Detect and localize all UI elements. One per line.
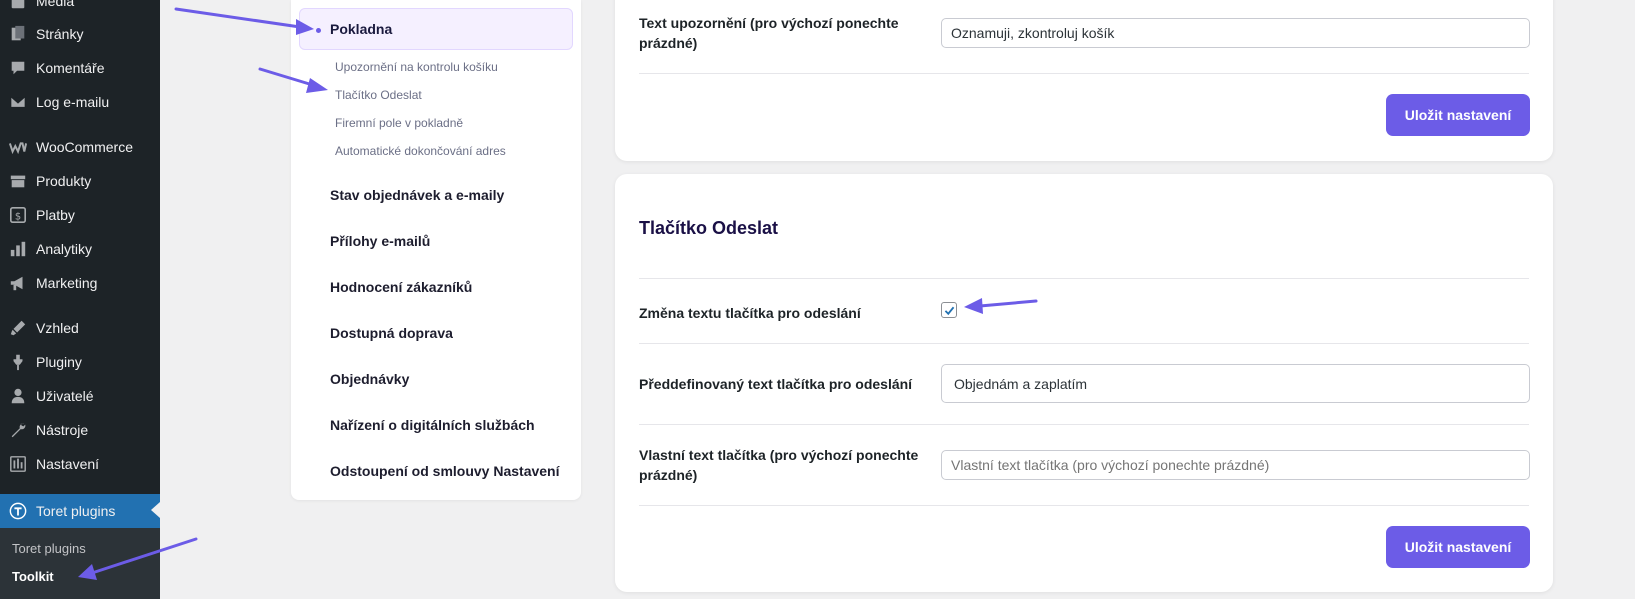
custom-text-label: Vlastní text tlačítka (pro výchozí ponec… bbox=[639, 447, 919, 483]
nav-item-order-status[interactable]: Stav objednávek a e-maily bbox=[330, 187, 504, 203]
wp-menu-label: Analytiky bbox=[36, 241, 93, 257]
arrow-to-pokladna bbox=[174, 7, 302, 29]
wp-submenu-toolkit[interactable]: Toolkit bbox=[0, 562, 160, 590]
nav-item-customer-reviews[interactable]: Hodnocení zákazníků bbox=[330, 279, 472, 295]
wp-menu-label: Produkty bbox=[36, 173, 92, 189]
wp-menu-woocommerce[interactable]: WooCommerce bbox=[0, 132, 160, 162]
wp-menu-email-log[interactable]: Log e-mailu bbox=[0, 87, 160, 117]
nav-item-orders[interactable]: Objednávky bbox=[330, 371, 409, 387]
wp-menu-label: Log e-mailu bbox=[36, 94, 110, 110]
nav-item-email-attachments[interactable]: Přílohy e-mailů bbox=[330, 233, 430, 249]
save-button[interactable]: Uložit nastavení bbox=[1386, 94, 1530, 136]
wp-menu-toret-plugins[interactable]: Toret plugins bbox=[0, 494, 160, 528]
warning-text-input[interactable]: Oznamuji, zkontroluj košík bbox=[941, 18, 1530, 48]
nav-subitem-company-fields[interactable]: Firemní pole v pokladně bbox=[335, 116, 463, 130]
wp-menu-products[interactable]: Produkty bbox=[0, 166, 160, 196]
nav-item-withdrawal[interactable]: Odstoupení od smlouvy Nastavení bbox=[330, 463, 560, 479]
payments-icon: $ bbox=[8, 205, 28, 225]
section-title: Tlačítko Odeslat bbox=[639, 218, 779, 238]
tools-icon bbox=[8, 420, 28, 440]
warning-text-label: Text upozornění (pro výchozí ponechte pr… bbox=[639, 15, 899, 51]
marketing-icon bbox=[8, 273, 28, 293]
wp-menu-settings[interactable]: Nastavení bbox=[0, 449, 160, 479]
custom-text-input[interactable] bbox=[941, 450, 1530, 480]
predefined-text-select[interactable]: Objednám a zaplatím bbox=[941, 364, 1530, 403]
wp-menu-label: Média bbox=[36, 0, 75, 9]
wp-menu-comments[interactable]: Komentáře bbox=[0, 53, 160, 83]
wp-menu-label: Komentáře bbox=[36, 60, 105, 76]
wp-menu-marketing[interactable]: Marketing bbox=[0, 268, 160, 298]
wp-menu-label: Nastavení bbox=[36, 456, 100, 472]
nav-item-shipping[interactable]: Dostupná doprava bbox=[330, 325, 453, 341]
email-icon bbox=[8, 92, 28, 112]
settings-icon bbox=[8, 454, 28, 474]
wp-menu-pages[interactable]: Stránky bbox=[0, 19, 160, 49]
woocommerce-icon bbox=[8, 137, 28, 157]
nav-subitem-cart-warning[interactable]: Upozornění na kontrolu košíku bbox=[335, 60, 498, 74]
comments-icon bbox=[8, 58, 28, 78]
nav-item-label: Pokladna bbox=[330, 21, 393, 37]
toret-icon bbox=[8, 501, 28, 521]
wp-menu-label: Marketing bbox=[36, 275, 98, 291]
wp-admin-sidebar: Média Stránky Komentáře Log e-mailu WooC… bbox=[0, 0, 160, 599]
wp-menu-media[interactable]: Média bbox=[0, 0, 160, 16]
wp-menu-label: Vzhled bbox=[36, 320, 79, 336]
nav-item-digital-services[interactable]: Nařízení o digitálních službách bbox=[330, 417, 535, 433]
wp-menu-label: Platby bbox=[36, 207, 75, 223]
active-menu-pointer bbox=[151, 502, 160, 518]
wp-menu-payments[interactable]: $ Platby bbox=[0, 200, 160, 230]
analytics-icon bbox=[8, 239, 28, 259]
save-button[interactable]: Uložit nastavení bbox=[1386, 526, 1530, 568]
plugins-icon bbox=[8, 352, 28, 372]
users-icon bbox=[8, 386, 28, 406]
divider bbox=[639, 73, 1529, 74]
wp-menu-label: Stránky bbox=[36, 26, 84, 42]
wp-submenu-toret-plugins[interactable]: Toret plugins bbox=[0, 534, 160, 562]
checkmark-icon bbox=[944, 306, 954, 315]
nav-subitem-submit-button[interactable]: Tlačítko Odeslat bbox=[335, 88, 422, 102]
divider bbox=[639, 505, 1529, 506]
wp-menu-label: Pluginy bbox=[36, 354, 82, 370]
pages-icon bbox=[8, 24, 28, 44]
svg-text:$: $ bbox=[15, 212, 21, 223]
divider bbox=[639, 343, 1529, 344]
products-icon bbox=[8, 171, 28, 191]
nav-item-pokladna[interactable]: Pokladna bbox=[299, 8, 573, 50]
predefined-text-label: Předdefinovaný text tlačítka pro odeslán… bbox=[639, 376, 913, 392]
divider bbox=[639, 278, 1529, 279]
wp-menu-label: Uživatelé bbox=[36, 388, 94, 404]
appearance-icon bbox=[8, 318, 28, 338]
wp-menu-label: WooCommerce bbox=[36, 139, 133, 155]
nav-subitem-address-autocomplete[interactable]: Automatické dokončování adres bbox=[335, 144, 506, 158]
wp-menu-plugins[interactable]: Pluginy bbox=[0, 347, 160, 377]
change-text-checkbox[interactable] bbox=[941, 302, 957, 318]
wp-menu-appearance[interactable]: Vzhled bbox=[0, 313, 160, 343]
active-dot bbox=[316, 28, 321, 33]
media-icon bbox=[8, 0, 28, 11]
wp-menu-label: Nástroje bbox=[36, 422, 89, 438]
wp-menu-label: Toret plugins bbox=[36, 503, 116, 519]
wp-menu-tools[interactable]: Nástroje bbox=[0, 415, 160, 445]
wp-menu-users[interactable]: Uživatelé bbox=[0, 381, 160, 411]
change-text-label: Změna textu tlačítka pro odeslání bbox=[639, 305, 861, 321]
divider bbox=[639, 424, 1529, 425]
wp-menu-analytics[interactable]: Analytiky bbox=[0, 234, 160, 264]
